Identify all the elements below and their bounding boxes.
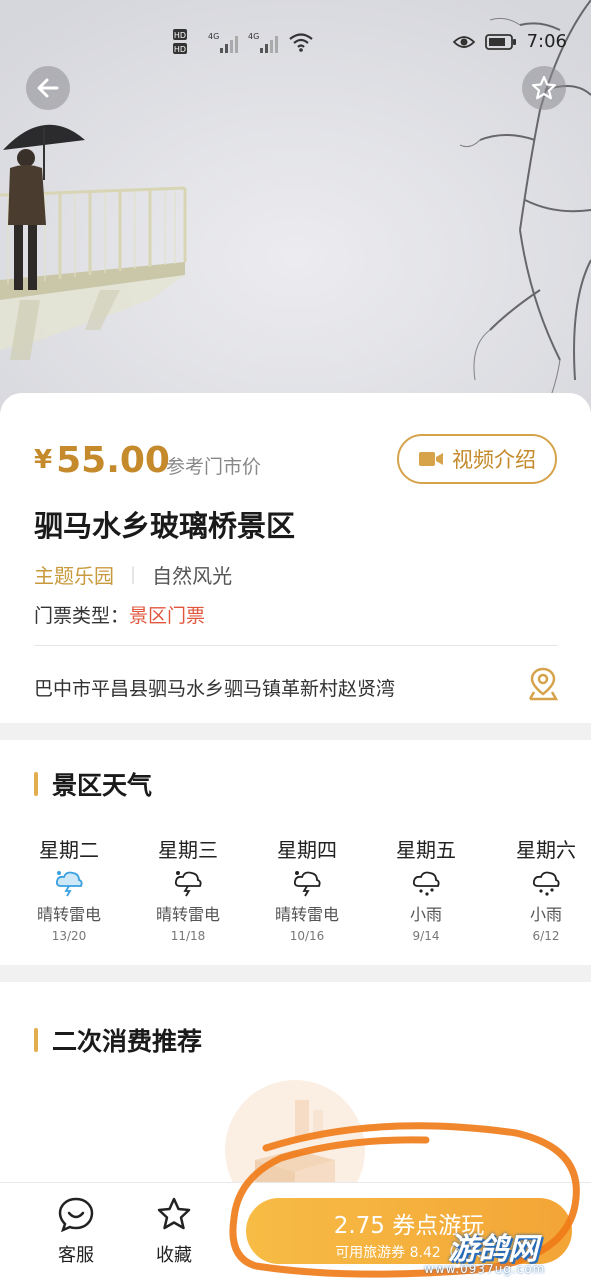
tag-list: 主题乐园 | 自然风光	[34, 560, 232, 589]
currency-symbol: ¥	[34, 445, 53, 475]
favorite-toggle-button[interactable]	[522, 66, 566, 110]
favorite-label: 收藏	[156, 1245, 192, 1266]
hero-image: HD HD 4G 4G 7:06	[0, 0, 591, 430]
eye-comfort-icon	[452, 35, 475, 48]
weather-day: 星期四 晴转雷电 10/16	[257, 834, 357, 943]
watermark-url: www.0937ug.com	[424, 1262, 546, 1276]
weather-desc: 晴转雷电	[155, 905, 220, 924]
video-camera-icon	[419, 452, 443, 466]
recommend-title-text: 二次消费推荐	[52, 1027, 203, 1056]
weekday-label: 星期六	[516, 838, 576, 862]
thunder-cloud-icon	[174, 871, 202, 897]
weather-day: 星期三 晴转雷电 11/18	[138, 834, 238, 943]
ticket-type: 门票类型：景区门票	[34, 601, 205, 628]
customer-service-label: 客服	[58, 1245, 94, 1266]
ticket-price: ¥55.00	[34, 440, 170, 481]
weather-day: 星期六 小雨 6/12	[496, 834, 591, 943]
temperature-range: 13/20	[51, 929, 87, 943]
status-bar: HD HD 4G 4G 7:06	[0, 26, 591, 60]
ticket-type-value: 景区门票	[129, 605, 206, 627]
weather-day: 星期五 小雨 9/14	[376, 834, 476, 943]
weekday-label: 星期二	[39, 838, 99, 862]
price-value: 55.00	[56, 440, 170, 481]
video-intro-button[interactable]: 视频介绍	[397, 434, 557, 484]
weekday-label: 星期四	[277, 838, 337, 862]
star-outline-icon	[157, 1197, 191, 1230]
reference-price-label: 参考门市价	[166, 456, 262, 478]
temperature-range: 11/18	[170, 929, 206, 943]
back-button[interactable]	[26, 66, 70, 110]
thunder-cloud-icon	[55, 871, 83, 897]
weather-desc: 晴转雷电	[36, 905, 101, 924]
weekday-label: 星期五	[396, 838, 456, 862]
chat-smile-icon	[58, 1197, 94, 1233]
section-accent-bar	[34, 772, 38, 796]
weather-desc: 小雨	[529, 905, 562, 924]
divider	[34, 645, 558, 646]
tag-theme-park: 主题乐园	[34, 564, 114, 588]
video-intro-label: 视频介绍	[452, 448, 536, 472]
battery-icon	[484, 33, 516, 50]
svg-text:HD: HD	[174, 45, 186, 54]
weather-desc: 小雨	[409, 905, 442, 924]
hd-signal-icon: HD HD	[173, 29, 187, 54]
tag-natural-scenery: 自然风光	[152, 564, 233, 588]
clock: 7:06	[526, 31, 567, 52]
rain-cloud-icon	[532, 871, 560, 896]
weather-title-text: 景区天气	[52, 771, 153, 800]
cellular-signal-icon-2: 4G	[248, 32, 278, 53]
temperature-range: 6/12	[532, 929, 560, 943]
svg-text:4G: 4G	[208, 32, 219, 41]
svg-text:4G: 4G	[248, 32, 259, 41]
thunder-cloud-icon	[293, 871, 321, 897]
arrow-left-icon	[37, 78, 59, 98]
rain-cloud-icon	[412, 871, 440, 896]
favorite-button[interactable]: 收藏	[144, 1196, 204, 1267]
address-text[interactable]: 巴中市平昌县驷马水乡驷马镇革新村赵贤湾	[34, 674, 395, 701]
svg-text:HD: HD	[174, 31, 186, 40]
location-pin-icon[interactable]	[526, 666, 560, 702]
tag-separator: |	[130, 564, 137, 585]
scenic-photo	[0, 0, 591, 430]
cellular-signal-icon: 4G	[208, 32, 238, 53]
star-icon	[531, 75, 557, 100]
wifi-icon	[289, 33, 313, 52]
section-accent-bar	[34, 1028, 38, 1052]
scenic-spot-name: 驷马水乡玻璃桥景区	[34, 509, 296, 543]
weather-section-title: 景区天气	[34, 766, 152, 802]
weather-desc: 晴转雷电	[274, 905, 339, 924]
temperature-range: 9/14	[412, 929, 440, 943]
weather-day: 星期二 晴转雷电 13/20	[19, 834, 119, 943]
temperature-range: 10/16	[289, 929, 325, 943]
recommend-section-title: 二次消费推荐	[34, 1022, 202, 1058]
customer-service-button[interactable]: 客服	[46, 1196, 106, 1267]
weekday-label: 星期三	[158, 838, 218, 862]
ticket-type-label: 门票类型：	[34, 605, 130, 627]
